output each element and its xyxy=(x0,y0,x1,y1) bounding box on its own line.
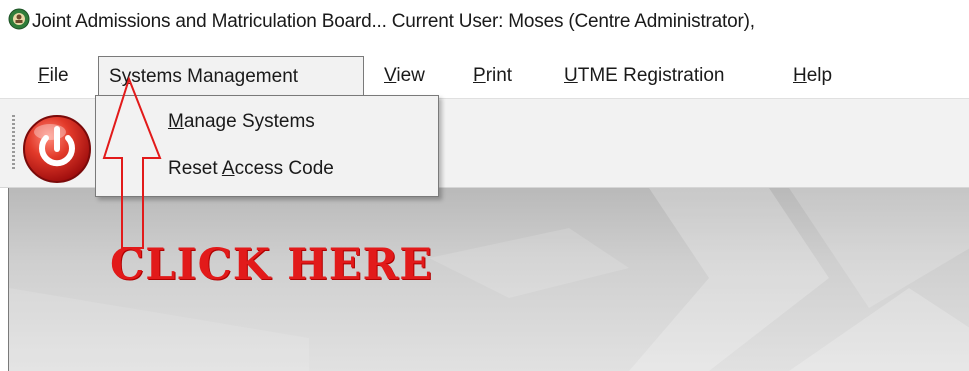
manage-systems-mnemonic: M xyxy=(168,111,184,132)
manage-systems-label: anage Systems xyxy=(183,111,315,132)
menu-bar: File Systems Management View Print UTME … xyxy=(0,56,969,96)
click-here-annotation: CLICK HERE xyxy=(110,240,434,290)
menu-print[interactable]: Print xyxy=(473,56,512,96)
menu-view[interactable]: View xyxy=(384,56,425,96)
dropdown-item-manage-systems[interactable]: Manage Systems xyxy=(168,111,315,133)
title-bar: Joint Admissions and Matriculation Board… xyxy=(0,0,969,44)
menu-view-label: iew xyxy=(396,65,425,86)
menu-systems-management[interactable]: Systems Management xyxy=(98,56,364,96)
systems-management-dropdown: Manage Systems Reset Access Code xyxy=(95,95,439,197)
reset-access-code-mnemonic: A xyxy=(221,158,235,179)
reset-access-code-prefix: Reset xyxy=(168,158,222,179)
menu-print-label: rint xyxy=(485,65,513,86)
menu-systems-management-mnemonic: y xyxy=(121,66,132,87)
menu-file-label: ile xyxy=(49,65,69,86)
menu-utme-registration-label: TME Registration xyxy=(577,65,725,86)
toolbar-grip-handle[interactable] xyxy=(12,115,15,171)
menu-file[interactable]: File xyxy=(38,56,69,96)
menu-help[interactable]: Help xyxy=(793,56,832,96)
window-title: Joint Admissions and Matriculation Board… xyxy=(32,11,755,32)
application-window: Joint Admissions and Matriculation Board… xyxy=(0,0,969,371)
menu-help-mnemonic: H xyxy=(793,65,807,86)
power-icon[interactable] xyxy=(20,112,94,186)
jamb-logo-icon xyxy=(8,8,30,30)
reset-access-code-label: ccess Code xyxy=(234,158,334,179)
menu-help-label: elp xyxy=(806,65,833,86)
menu-systems-management-prefix: S xyxy=(109,66,122,87)
menu-file-mnemonic: F xyxy=(38,65,50,86)
menu-utme-registration-mnemonic: U xyxy=(564,65,578,86)
menu-view-mnemonic: V xyxy=(384,65,397,86)
menu-systems-management-label: stems Management xyxy=(131,66,299,87)
menu-print-mnemonic: P xyxy=(473,65,486,86)
dropdown-item-reset-access-code[interactable]: Reset Access Code xyxy=(168,158,334,180)
menu-utme-registration[interactable]: UTME Registration xyxy=(564,56,725,96)
